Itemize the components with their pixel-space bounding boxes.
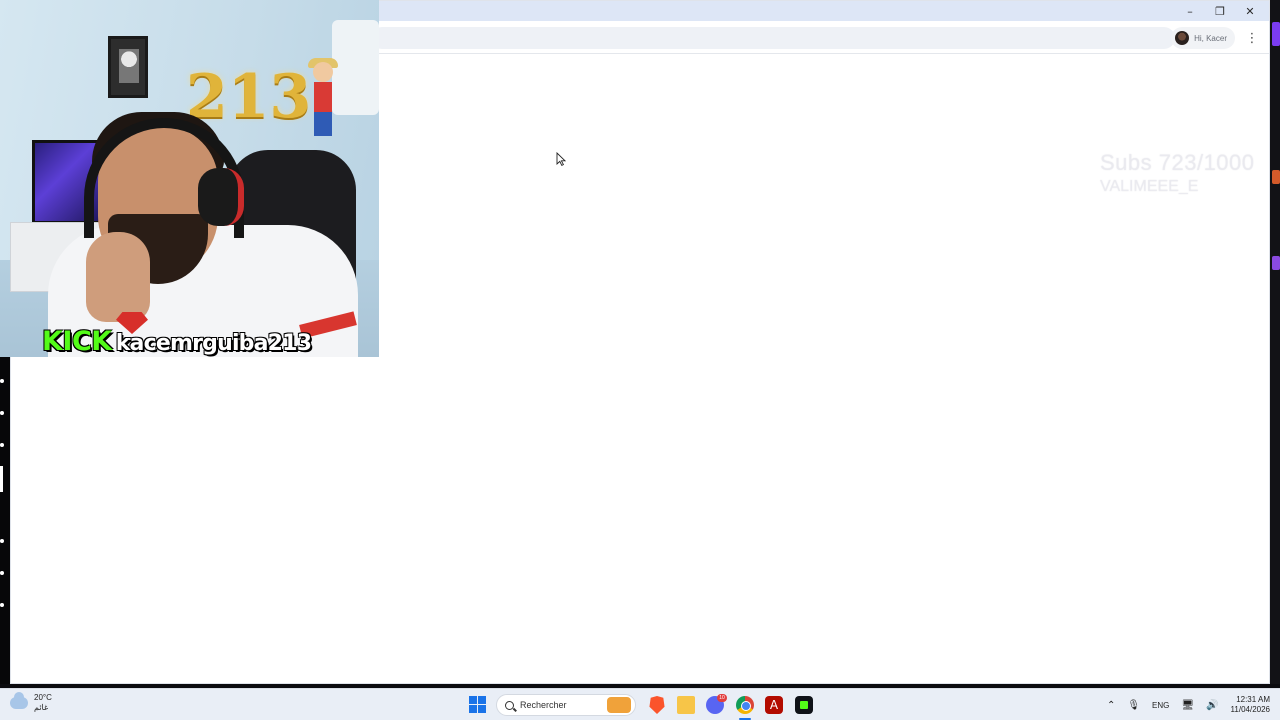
kick-icon[interactable]	[795, 696, 813, 714]
system-tray: ⌃ 🎙 ENG 🖥 🔊 12:31 AM 11/04/2026	[1107, 693, 1270, 717]
wall-poster	[108, 36, 148, 98]
browser-menu-button[interactable]: ⋮	[1243, 27, 1261, 49]
right-marker	[1272, 170, 1280, 184]
volume-icon[interactable]: 🔊	[1206, 700, 1218, 711]
taskbar-clock[interactable]: 12:31 AM 11/04/2026	[1231, 695, 1270, 715]
windows-taskbar: 20°C غائم Rechercher 10 A ⌃ 🎙 ENG 🖥 🔊 12…	[0, 688, 1280, 720]
weather-icon	[10, 692, 28, 709]
mouse-cursor-icon	[556, 152, 566, 166]
clock-time: 12:31 AM	[1236, 695, 1270, 704]
tray-overflow-chevron-icon[interactable]: ⌃	[1107, 700, 1115, 711]
restore-button[interactable]: ❐	[1207, 2, 1233, 20]
toy-figure	[306, 58, 340, 142]
start-icon[interactable]	[469, 696, 486, 713]
edge-dot	[0, 379, 4, 383]
webcam-overlay: 213 KICK kacemrguiba213	[0, 0, 379, 357]
edge-dot	[0, 539, 4, 543]
discord-notification-badge: 10	[717, 694, 727, 702]
right-marker	[1272, 256, 1280, 270]
chrome-icon[interactable]	[736, 696, 754, 714]
language-indicator[interactable]: ENG	[1152, 701, 1169, 710]
search-highlight-icon	[607, 697, 631, 713]
streamer-hand	[86, 232, 150, 322]
address-bar[interactable]	[371, 27, 1175, 49]
search-icon	[505, 700, 514, 710]
minimize-button[interactable]: –	[1177, 2, 1203, 20]
close-button[interactable]: ✕	[1237, 2, 1263, 20]
profile-button[interactable]: Hi, Kacer	[1171, 27, 1235, 49]
microphone-icon[interactable]: 🎙	[1127, 700, 1140, 711]
acrobat-icon[interactable]: A	[765, 696, 783, 714]
file-explorer-icon[interactable]	[677, 696, 695, 714]
weather-text: 20°C غائم	[34, 693, 52, 713]
edge-dot	[0, 603, 4, 607]
taskbar-search[interactable]: Rechercher	[496, 694, 636, 716]
network-icon[interactable]: 🖥	[1181, 700, 1194, 711]
window-controls: – ❐ ✕	[1177, 1, 1263, 21]
kick-username: kacemrguiba213	[115, 331, 312, 356]
kick-logo: KICK	[42, 326, 112, 357]
left-edge-strip	[0, 357, 10, 684]
headset-earcup	[198, 168, 244, 226]
brave-icon[interactable]	[649, 696, 665, 714]
edge-dot	[0, 443, 4, 447]
clock-date: 11/04/2026	[1230, 705, 1270, 714]
edge-dot	[0, 411, 4, 415]
profile-greeting: Hi, Kacer	[1194, 33, 1227, 43]
right-accent-marker	[1272, 22, 1280, 46]
edge-dot	[0, 571, 4, 575]
weather-temperature: 20°C	[34, 693, 52, 702]
weather-condition: غائم	[34, 703, 49, 712]
kick-name-banner: KICK kacemrguiba213	[42, 326, 312, 357]
edge-bar	[0, 466, 3, 492]
avatar	[1175, 31, 1190, 45]
right-edge-strip	[1270, 0, 1280, 684]
weather-widget[interactable]: 20°C غائم	[10, 692, 52, 713]
search-placeholder: Rechercher	[520, 700, 567, 710]
